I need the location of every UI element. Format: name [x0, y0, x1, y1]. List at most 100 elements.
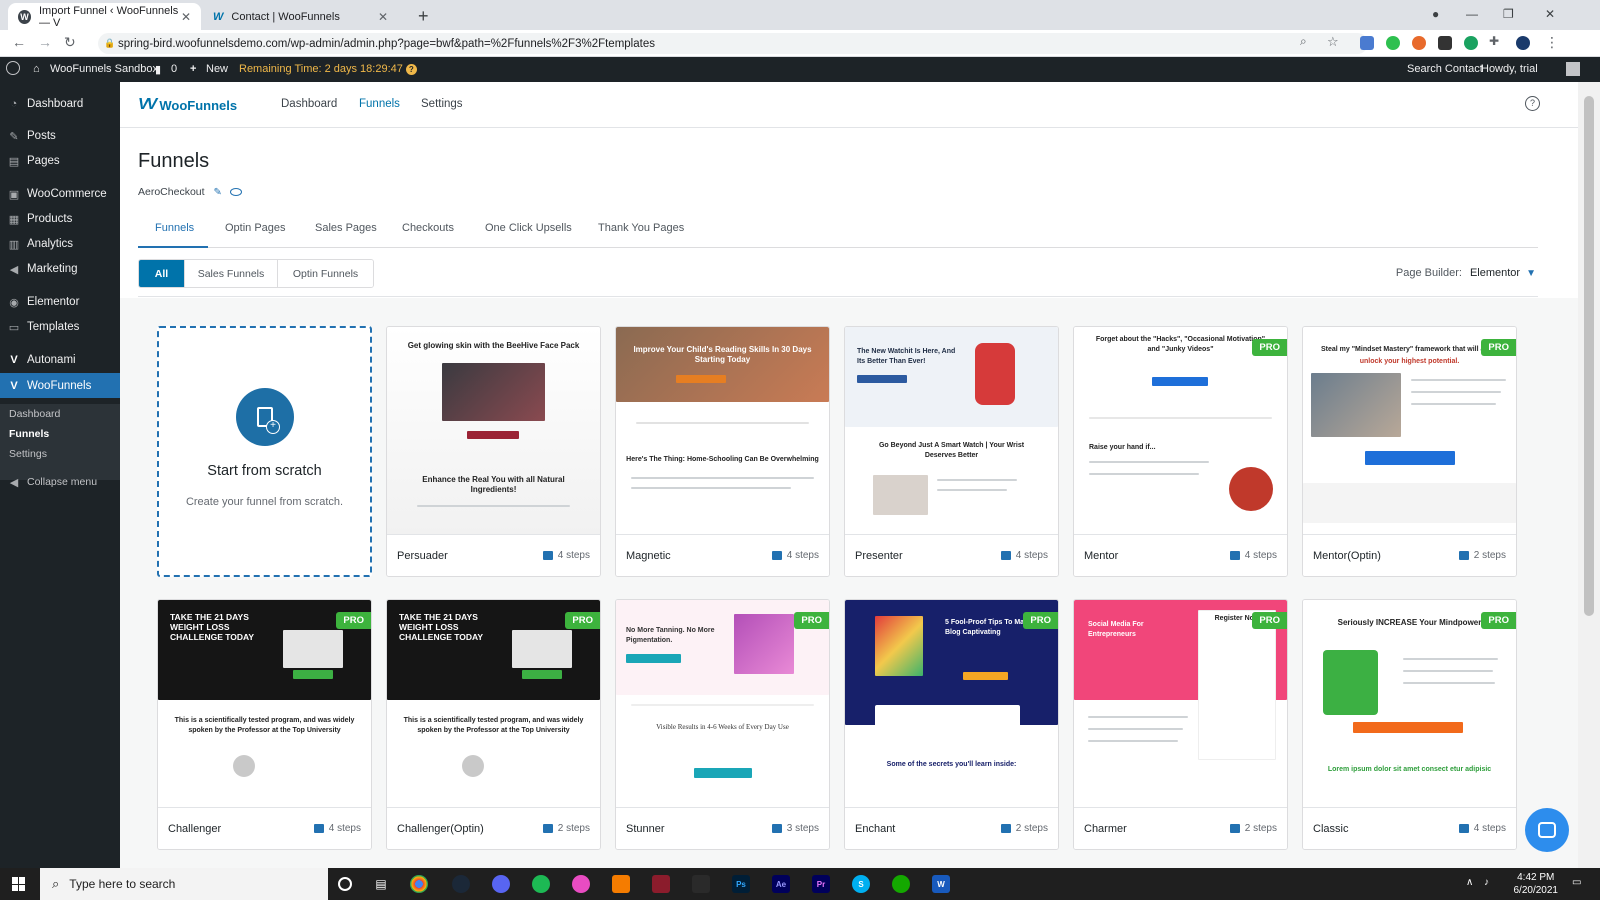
wordpress-logo-icon[interactable] — [6, 61, 20, 75]
woofunnels-logo[interactable]: VV WooFunnels — [138, 96, 237, 114]
skype-icon[interactable]: S — [852, 875, 870, 893]
task-view-icon[interactable]: ▤ — [372, 875, 390, 893]
extension-icon[interactable] — [1386, 36, 1400, 50]
close-icon[interactable]: ✕ — [378, 10, 388, 24]
profile-menu-icon[interactable]: ● — [1432, 7, 1439, 21]
windows-start-icon[interactable] — [12, 877, 26, 891]
template-card-classic[interactable]: Seriously INCREASE Your Mindpower Lorem … — [1302, 599, 1517, 850]
bookmark-star-icon[interactable]: ☆ — [1327, 34, 1339, 50]
template-card-challenger[interactable]: TAKE THE 21 DAYS WEIGHT LOSS CHALLENGE T… — [157, 599, 372, 850]
chrome-icon[interactable] — [410, 875, 428, 893]
tab-optin-pages[interactable]: Optin Pages — [225, 222, 286, 234]
extension-icon[interactable] — [1438, 36, 1452, 50]
window-close-icon[interactable]: ✕ — [1545, 7, 1555, 21]
more-vert-icon[interactable]: ⋮ — [1545, 34, 1559, 51]
template-card-magnetic[interactable]: Improve Your Child's Reading Skills In 3… — [615, 326, 830, 577]
itunes-icon[interactable] — [572, 875, 590, 893]
vivaldi-icon[interactable] — [652, 875, 670, 893]
cortana-icon[interactable] — [338, 877, 352, 891]
tab-thank-you-pages[interactable]: Thank You Pages — [598, 222, 684, 234]
extension-icon[interactable] — [1464, 36, 1478, 50]
zoom-icon[interactable]: ⌕ — [1300, 34, 1307, 49]
submenu-funnels[interactable]: Funnels — [9, 428, 49, 440]
submenu-settings[interactable]: Settings — [9, 448, 47, 460]
spotify-icon[interactable] — [532, 875, 550, 893]
close-icon[interactable]: ✕ — [181, 10, 191, 24]
tab-sales-pages[interactable]: Sales Pages — [315, 222, 377, 234]
after-effects-icon[interactable]: Ae — [772, 875, 790, 893]
nav-dashboard[interactable]: Dashboard — [281, 98, 337, 110]
search-contact-link[interactable]: Search Contact — [1407, 63, 1483, 75]
template-card-mentor-optin[interactable]: Steal my "Mindset Mastery" framework tha… — [1302, 326, 1517, 577]
sidebar-item-marketing[interactable]: ◀ Marketing — [0, 258, 120, 280]
profile-avatar-icon[interactable] — [1516, 36, 1530, 50]
template-card-presenter[interactable]: The New Watchit Is Here, And Its Better … — [844, 326, 1059, 577]
new-content-link[interactable]: New — [206, 63, 228, 75]
scrollbar-thumb[interactable] — [1584, 96, 1594, 616]
page-builder-select[interactable]: Page Builder: Elementor ▼ — [1396, 267, 1536, 279]
filter-sales-funnels[interactable]: Sales Funnels — [185, 260, 278, 287]
notifications-icon[interactable]: ▭ — [1572, 877, 1581, 888]
back-icon[interactable]: ← — [12, 34, 26, 50]
forward-icon[interactable]: → — [38, 34, 52, 50]
filter-all[interactable]: All — [139, 260, 185, 287]
upwork-icon[interactable] — [892, 875, 910, 893]
sidebar-item-elementor[interactable]: ◉ Elementor — [0, 291, 120, 313]
template-card-charmer[interactable]: Social Media For Entrepreneurs Register … — [1073, 599, 1288, 850]
new-tab-icon[interactable]: + — [418, 6, 429, 27]
start-from-scratch-card[interactable]: Start from scratch Create your funnel fr… — [157, 326, 372, 577]
nav-settings[interactable]: Settings — [421, 98, 463, 110]
submenu-dashboard[interactable]: Dashboard — [9, 408, 60, 420]
sidebar-item-products[interactable]: ▦ Products — [0, 208, 120, 230]
collapse-menu-button[interactable]: ◀ Collapse menu — [0, 471, 120, 493]
eye-icon[interactable] — [229, 188, 242, 196]
template-card-challenger-optin[interactable]: TAKE THE 21 DAYS WEIGHT LOSS CHALLENGE T… — [386, 599, 601, 850]
sidebar-item-pages[interactable]: ▤ Pages — [0, 150, 120, 172]
help-icon[interactable]: ? — [1525, 96, 1540, 111]
epic-games-icon[interactable] — [692, 875, 710, 893]
filter-optin-funnels[interactable]: Optin Funnels — [278, 260, 373, 287]
volume-icon[interactable]: ♪ — [1484, 877, 1489, 888]
browser-tab-import-funnel[interactable]: W Import Funnel ‹ WooFunnels — V ✕ — [8, 3, 201, 30]
sidebar-item-analytics[interactable]: ▥ Analytics — [0, 233, 120, 255]
tab-funnels[interactable]: Funnels — [155, 222, 194, 234]
site-name[interactable]: WooFunnels Sandbox — [50, 63, 158, 75]
word-icon[interactable]: W — [932, 875, 950, 893]
comment-icon[interactable]: ▮ — [155, 63, 161, 76]
taskbar-clock[interactable]: 4:42 PM 6/20/2021 — [1514, 871, 1559, 897]
template-card-enchant[interactable]: 5 Fool-Proof Tips To Make Any Blog Capti… — [844, 599, 1059, 850]
maximize-icon[interactable]: ❐ — [1503, 7, 1514, 21]
nav-funnels[interactable]: Funnels — [359, 98, 400, 110]
edit-pencil-icon[interactable]: ✎ — [214, 187, 222, 198]
url-field[interactable]: 🔒 spring-bird.woofunnelsdemo.com/wp-admi… — [98, 33, 1368, 54]
sidebar-item-posts[interactable]: ✎ Posts — [0, 125, 120, 147]
browser-tab-contact[interactable]: W Contact | WooFunnels ✕ — [203, 3, 398, 30]
question-icon[interactable]: ? — [405, 64, 417, 75]
sidebar-item-dashboard[interactable]: ◔ Dashboard — [0, 93, 120, 115]
tab-one-click-upsells[interactable]: One Click Upsells — [485, 222, 572, 234]
extension-icon[interactable] — [1360, 36, 1374, 50]
extension-icon[interactable] — [1412, 36, 1426, 50]
page-scrollbar[interactable] — [1578, 82, 1600, 868]
reload-icon[interactable]: ↻ — [64, 34, 76, 51]
template-card-persuader[interactable]: Get glowing skin with the BeeHive Face P… — [386, 326, 601, 577]
avatar[interactable] — [1566, 62, 1580, 76]
minimize-icon[interactable]: — — [1466, 7, 1478, 21]
taskbar-search[interactable]: ⌕ Type here to search — [40, 868, 328, 900]
tab-checkouts[interactable]: Checkouts — [402, 222, 454, 234]
sidebar-item-autonami[interactable]: V Autonami — [0, 349, 120, 371]
tray-chevron-up-icon[interactable]: ∧ — [1466, 877, 1473, 888]
puzzle-icon[interactable]: ✚ — [1489, 34, 1499, 48]
sidebar-item-woofunnels[interactable]: V WooFunnels — [0, 373, 120, 398]
comments-count[interactable]: 0 — [171, 63, 177, 75]
template-card-mentor[interactable]: Forget about the "Hacks", "Occasional Mo… — [1073, 326, 1288, 577]
premiere-icon[interactable]: Pr — [812, 875, 830, 893]
chat-support-button[interactable] — [1525, 808, 1569, 852]
template-card-stunner[interactable]: No More Tanning. No More Pigmentation. V… — [615, 599, 830, 850]
photoshop-icon[interactable]: Ps — [732, 875, 750, 893]
sidebar-item-woocommerce[interactable]: ▣ WooCommerce — [0, 183, 120, 205]
sidebar-item-templates[interactable]: ▭ Templates — [0, 316, 120, 338]
steam-icon[interactable] — [452, 875, 470, 893]
howdy-user[interactable]: Howdy, trial — [1481, 63, 1538, 75]
app-icon[interactable] — [612, 875, 630, 893]
